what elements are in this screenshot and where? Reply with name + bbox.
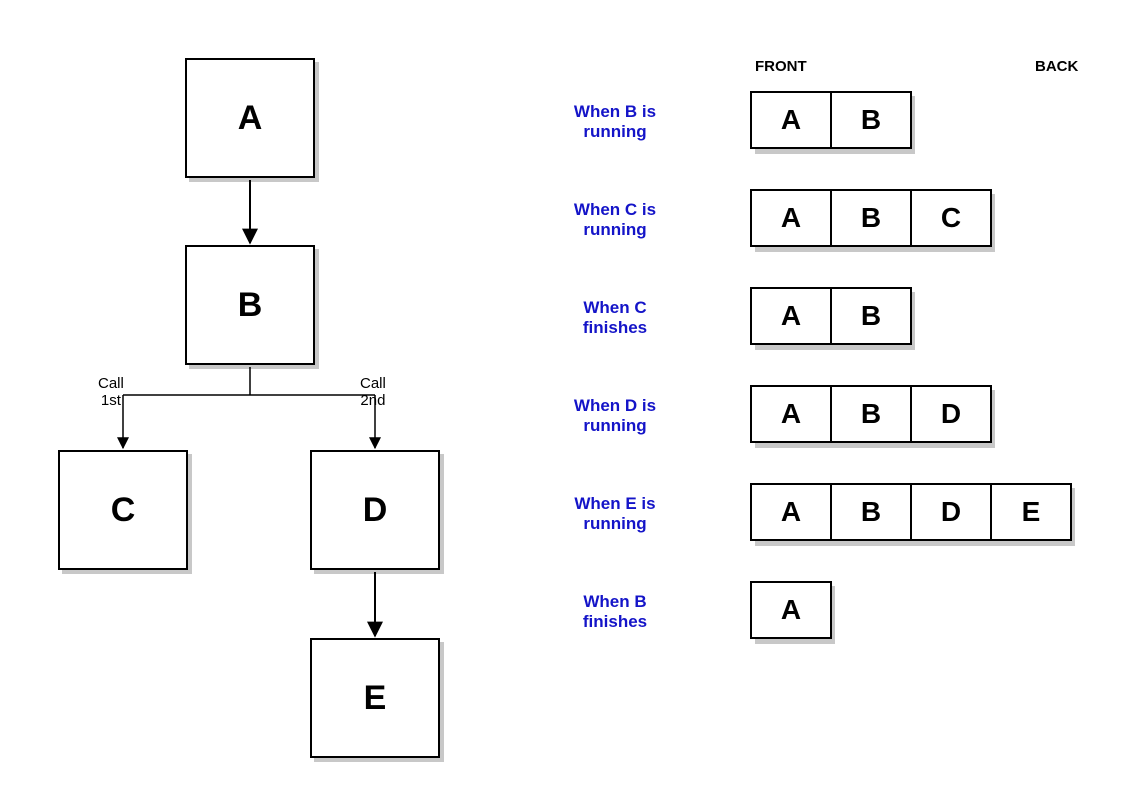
stack-cell-label: A	[781, 496, 801, 528]
stack-cell-label: D	[941, 496, 961, 528]
node-e: E	[310, 638, 440, 758]
stack-cell: A	[750, 91, 832, 149]
stack-cell-label: B	[861, 496, 881, 528]
state-label-2: When C finishes	[545, 298, 685, 337]
stack-cell-label: C	[941, 202, 961, 234]
state-label-0: When B is running	[545, 102, 685, 141]
stack-cell-label: A	[781, 202, 801, 234]
stack-cell: E	[990, 483, 1072, 541]
stack-cell-label: A	[781, 104, 801, 136]
state-label-3: When D is running	[545, 396, 685, 435]
stack-cell: B	[830, 483, 912, 541]
state-label-5: When B finishes	[545, 592, 685, 631]
stack-cell: D	[910, 483, 992, 541]
stack-cell: B	[830, 189, 912, 247]
stack-cell: A	[750, 385, 832, 443]
node-e-label: E	[364, 679, 387, 718]
stack-cell: B	[830, 91, 912, 149]
edge-label-call-first: Call 1st	[98, 375, 124, 410]
stack-cell-label: B	[861, 202, 881, 234]
node-a-label: A	[238, 99, 263, 138]
stack-cell: B	[830, 287, 912, 345]
stack-cell-label: A	[781, 398, 801, 430]
state-label-4: When E is running	[545, 494, 685, 533]
stack-cell: B	[830, 385, 912, 443]
header-back: BACK	[1035, 58, 1078, 75]
edge-label-call-second: Call 2nd	[360, 375, 386, 410]
state-label-1: When C is running	[545, 200, 685, 239]
stack-cell: D	[910, 385, 992, 443]
node-b-label: B	[238, 286, 263, 325]
node-c: C	[58, 450, 188, 570]
stack-cell: A	[750, 189, 832, 247]
stack-cell: C	[910, 189, 992, 247]
stack-cell-label: A	[781, 300, 801, 332]
stack-cell-label: B	[861, 300, 881, 332]
stack-cell-label: E	[1022, 496, 1041, 528]
node-a: A	[185, 58, 315, 178]
stack-cell-label: B	[861, 104, 881, 136]
stack-cell-label: B	[861, 398, 881, 430]
stack-cell-label: D	[941, 398, 961, 430]
stack-cell: A	[750, 287, 832, 345]
node-c-label: C	[111, 491, 136, 530]
stack-cell: A	[750, 483, 832, 541]
node-d-label: D	[363, 491, 388, 530]
stack-cell-label: A	[781, 594, 801, 626]
node-b: B	[185, 245, 315, 365]
node-d: D	[310, 450, 440, 570]
stack-cell: A	[750, 581, 832, 639]
header-front: FRONT	[755, 58, 807, 75]
